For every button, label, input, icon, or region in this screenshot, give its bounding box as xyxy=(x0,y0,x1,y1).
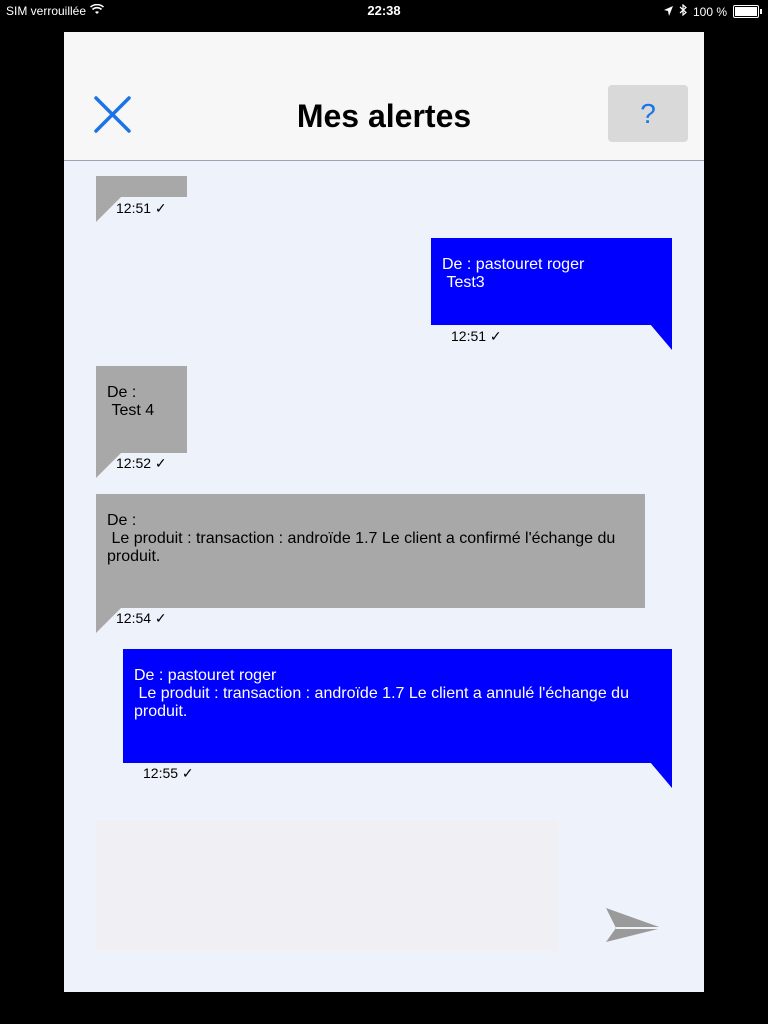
send-icon xyxy=(606,908,662,942)
status-right: 100 % xyxy=(663,3,762,19)
help-button[interactable]: ? xyxy=(608,85,688,142)
clock: 22:38 xyxy=(367,3,401,18)
message-input[interactable] xyxy=(96,820,558,951)
battery-tip xyxy=(760,9,762,14)
send-button[interactable] xyxy=(602,902,666,946)
navigation-bar: Mes alertes ? xyxy=(64,32,704,161)
bubble-tail xyxy=(650,324,672,350)
message-time: 12:54 ✓ xyxy=(116,610,167,626)
bluetooth-icon xyxy=(679,3,687,19)
message-time: 12:52 ✓ xyxy=(116,455,167,471)
message-bubble-sent: De : pastouret roger Test3 xyxy=(431,238,672,325)
message-time: 12:55 ✓ xyxy=(143,765,194,781)
message-bubble-received: De : Le produit : transaction : androïde… xyxy=(96,494,645,608)
message-time: 12:51 ✓ xyxy=(116,200,167,216)
message-bubble-received xyxy=(96,176,187,197)
location-icon xyxy=(663,5,673,19)
message-time: 12:51 ✓ xyxy=(451,328,502,344)
bubble-tail xyxy=(650,762,672,788)
battery-percent: 100 % xyxy=(692,4,727,19)
battery-icon xyxy=(733,5,759,18)
message-bubble-received: De : Test 4 xyxy=(96,366,187,453)
alerts-sheet: Mes alertes ? 12:51 ✓ De : pastouret rog… xyxy=(64,32,704,992)
status-bar: SIM verrouillée 22:38 100 % xyxy=(0,0,768,22)
message-bubble-sent: De : pastouret roger Le produit : transa… xyxy=(123,649,672,763)
